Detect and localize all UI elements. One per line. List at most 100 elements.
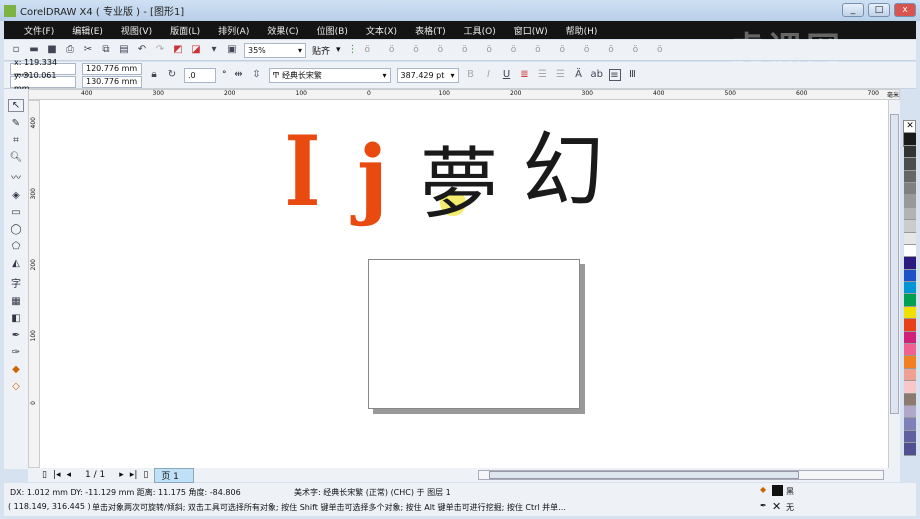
add-page-end-icon[interactable]: ▯ — [143, 470, 148, 480]
horizontal-ruler[interactable]: 400 300 200 100 0 100 200 300 400 500 600 700 毫米 — [28, 89, 900, 100]
color-swatch[interactable] — [904, 319, 916, 332]
menu-item[interactable]: 编辑(E) — [72, 24, 103, 37]
ellipse-tool-icon[interactable]: ◯ — [10, 224, 21, 235]
redo-icon[interactable]: ↷ — [154, 44, 166, 56]
export-icon[interactable]: ◪ — [190, 44, 202, 56]
pick-tool-icon[interactable]: ↖ — [8, 99, 24, 112]
fill-swatch[interactable] — [772, 485, 783, 496]
color-swatch[interactable] — [904, 195, 916, 208]
dropcap-icon[interactable]: ☰ — [555, 69, 567, 81]
mirror-horizontal-icon[interactable]: ⇹ — [233, 69, 245, 81]
smart-fill-icon[interactable]: ◈ — [12, 190, 20, 201]
copy-icon[interactable]: ⧉ — [100, 44, 112, 56]
first-page-icon[interactable]: |◂ — [53, 470, 61, 480]
font-size-select[interactable]: 387.429 pt ▾ — [396, 67, 459, 83]
color-swatch[interactable] — [904, 418, 916, 431]
outline-tool-icon[interactable]: ✑ — [12, 347, 20, 358]
color-swatch[interactable] — [904, 133, 916, 146]
horizontal-scrollbar[interactable] — [478, 470, 884, 480]
font-select[interactable]: Ͳ 经典长宋繁 ▾ — [268, 67, 391, 83]
menu-item[interactable]: 窗口(W) — [514, 24, 548, 37]
shape-tool-icon[interactable]: ✎ — [12, 118, 20, 129]
color-swatch[interactable] — [904, 220, 916, 233]
color-swatch[interactable] — [904, 430, 916, 444]
color-swatch[interactable] — [904, 145, 916, 159]
color-swatch[interactable] — [904, 381, 916, 394]
menu-item[interactable]: 位图(B) — [317, 24, 348, 37]
color-swatch[interactable] — [904, 232, 916, 245]
bold-icon[interactable]: B — [465, 69, 477, 81]
height-field[interactable]: 130.776 mm — [82, 75, 142, 88]
paste-icon[interactable]: ▤ — [118, 44, 130, 56]
import-icon[interactable]: ◩ — [172, 44, 184, 56]
glyph-meng[interactable]: 夢 — [420, 140, 498, 230]
underline-icon[interactable]: U — [501, 69, 513, 81]
zoom-level-select[interactable]: 35% ▾ — [244, 42, 306, 58]
menu-item[interactable]: 文本(X) — [366, 24, 397, 37]
crop-tool-icon[interactable]: ⌗ — [13, 135, 19, 146]
color-swatch[interactable] — [904, 306, 916, 320]
rectangle-tool-icon[interactable]: ▭ — [11, 207, 20, 218]
color-swatch[interactable] — [904, 257, 916, 270]
color-swatch[interactable] — [904, 294, 916, 307]
minimize-button[interactable]: _ — [842, 3, 864, 17]
zoom-tool-icon[interactable]: 🔍︎ — [10, 152, 23, 163]
menu-item[interactable]: 视图(V) — [121, 24, 152, 37]
menu-item[interactable]: 排列(A) — [218, 24, 249, 37]
vertical-ruler[interactable]: 400 300 200 100 0 — [28, 100, 40, 468]
open-icon[interactable]: ▬ — [28, 44, 40, 56]
color-swatch[interactable] — [904, 368, 916, 382]
horizontal-scroll-thumb[interactable] — [489, 471, 799, 479]
vertical-text-icon[interactable]: Ⅲ — [627, 69, 639, 81]
close-button[interactable]: x — [894, 3, 916, 17]
no-color-swatch[interactable]: ✕ — [904, 121, 916, 134]
color-swatch[interactable] — [904, 269, 916, 283]
align-icon[interactable]: ≣ — [519, 69, 531, 81]
cut-icon[interactable]: ✂ — [82, 44, 94, 56]
text-tool-icon[interactable]: 字 — [11, 275, 21, 290]
interactive-fill-icon[interactable]: ◇ — [12, 381, 20, 392]
maximize-button[interactable]: □ — [868, 3, 890, 17]
menu-item[interactable]: 效果(C) — [267, 24, 298, 37]
menu-item[interactable]: 版面(L) — [170, 24, 200, 37]
save-icon[interactable]: ■ — [46, 44, 58, 56]
vertical-scroll-thumb[interactable] — [890, 114, 899, 414]
lock-ratio-icon[interactable]: 🔒︎ — [148, 69, 160, 81]
new-icon[interactable]: ▫ — [10, 44, 22, 56]
menu-item[interactable]: 文件(F) — [24, 24, 54, 37]
glyph-huan[interactable]: 幻 — [522, 124, 604, 220]
next-page-icon[interactable]: ▸ — [119, 470, 124, 480]
bullet-icon[interactable]: ☰ — [537, 69, 549, 81]
glyph-I[interactable]: I — [284, 122, 320, 222]
color-swatch[interactable] — [904, 393, 916, 406]
color-swatch[interactable] — [904, 331, 916, 345]
add-page-icon[interactable]: ▯ — [42, 470, 47, 480]
character-format-icon[interactable]: Ä — [573, 69, 585, 81]
drawing-canvas[interactable]: I j 夢 幻 — [40, 100, 888, 468]
mirror-vertical-icon[interactable]: ⇳ — [251, 69, 263, 81]
outline-none-swatch[interactable]: ✕ — [772, 500, 781, 513]
interactive-tool-icon[interactable]: ◧ — [11, 313, 20, 324]
color-swatch[interactable] — [904, 182, 916, 196]
edit-text-icon[interactable]: ab — [591, 69, 603, 81]
color-swatch[interactable] — [904, 158, 916, 171]
width-field[interactable]: 120.776 mm — [82, 62, 142, 75]
menu-item[interactable]: 工具(O) — [464, 24, 496, 37]
color-swatch[interactable] — [904, 344, 916, 357]
menu-item[interactable]: 帮助(H) — [566, 24, 598, 37]
color-swatch[interactable] — [904, 282, 916, 295]
last-page-icon[interactable]: ▸| — [130, 470, 138, 480]
welcome-icon[interactable]: ▣ — [226, 44, 238, 56]
eyedropper-icon[interactable]: ✒ — [12, 330, 20, 341]
menu-item[interactable]: 表格(T) — [415, 24, 446, 37]
rotation-field[interactable]: .0 — [184, 67, 216, 83]
color-swatch[interactable] — [904, 405, 916, 419]
polygon-tool-icon[interactable]: ⬠ — [12, 241, 21, 252]
color-swatch[interactable] — [904, 244, 916, 258]
glyph-j[interactable]: j — [357, 128, 388, 228]
snap-button[interactable]: 贴齐 — [312, 44, 330, 57]
vertical-scrollbar[interactable] — [888, 100, 900, 468]
color-swatch[interactable] — [904, 170, 916, 183]
fill-tool-icon[interactable]: ◆ — [12, 364, 20, 375]
color-swatch[interactable] — [904, 207, 916, 221]
